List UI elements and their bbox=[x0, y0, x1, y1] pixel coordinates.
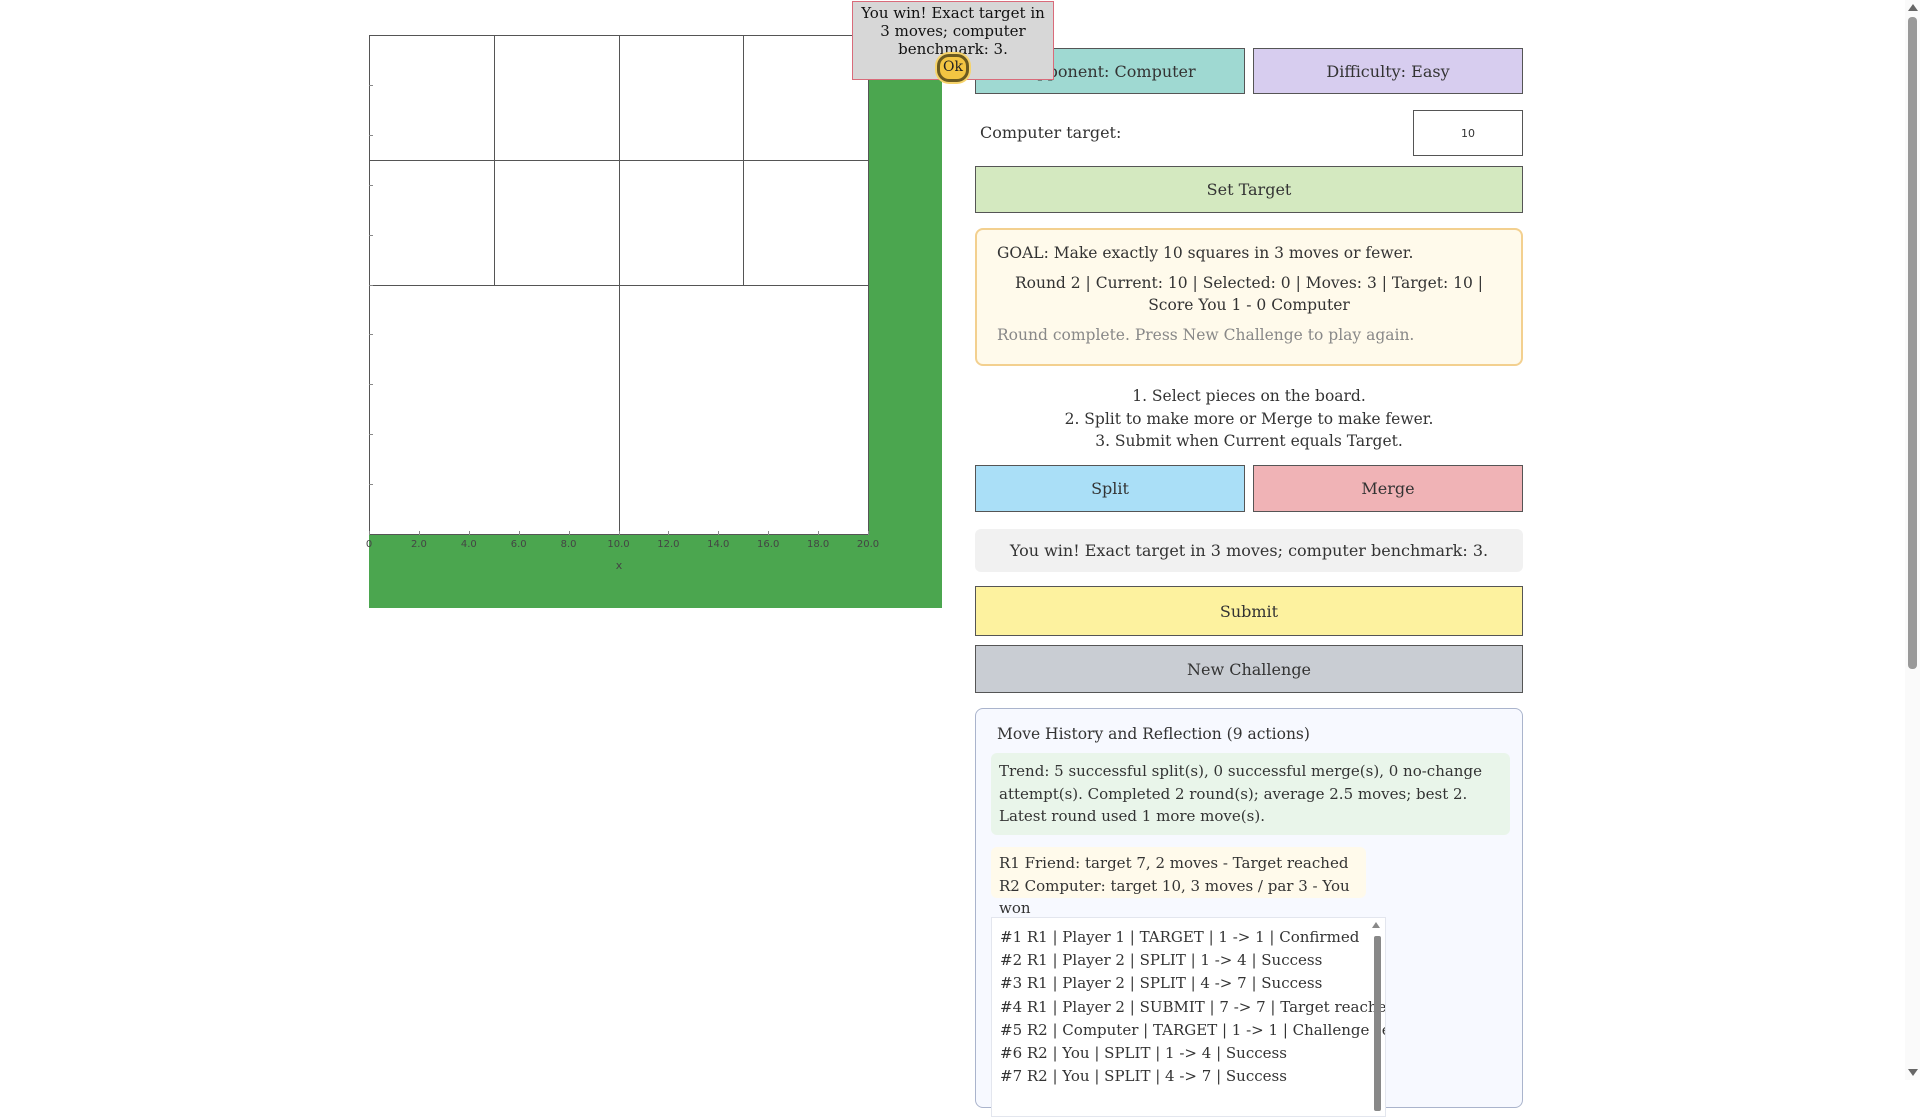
scroll-up-arrow-icon[interactable] bbox=[1908, 4, 1918, 11]
log-entry: #6 R2 | You | SPLIT | 1 -> 4 | Success bbox=[1000, 1044, 1287, 1063]
y-axis-tick bbox=[369, 134, 373, 136]
instructions: 1. Select pieces on the board. 2. Split … bbox=[975, 385, 1523, 453]
board-piece[interactable] bbox=[493, 159, 620, 286]
y-axis-tick bbox=[369, 84, 373, 86]
round-summary-item: R1 Friend: target 7, 2 moves - Target re… bbox=[999, 854, 1349, 872]
x-axis-tick bbox=[818, 531, 820, 535]
submit-button[interactable]: Submit bbox=[975, 586, 1523, 636]
x-tick-label: 16.0 bbox=[757, 539, 780, 550]
x-tick-label: 0 bbox=[365, 539, 373, 550]
goal-text: GOAL: Make exactly 10 squares in 3 moves… bbox=[997, 244, 1414, 262]
target-label: Computer target: bbox=[980, 123, 1122, 142]
x-axis-label: x bbox=[615, 559, 623, 572]
y-axis-tick bbox=[369, 384, 373, 386]
x-tick-label: 2.0 bbox=[410, 539, 427, 550]
log-entry: #2 R1 | Player 2 | SPLIT | 1 -> 4 | Succ… bbox=[1000, 951, 1323, 970]
history-panel: Move History and Reflection (9 actions) … bbox=[975, 708, 1523, 1117]
trend-summary: Trend: 5 successful split(s), 0 successf… bbox=[991, 753, 1510, 835]
move-log-list: #1 R1 | Player 1 | TARGET | 1 -> 1 | Con… bbox=[992, 918, 1385, 1088]
log-scroll-thumb[interactable] bbox=[1374, 936, 1381, 1111]
y-axis-tick bbox=[369, 434, 373, 436]
x-tick-label: 12.0 bbox=[657, 539, 680, 550]
y-axis-tick bbox=[369, 284, 373, 286]
instruction-step: 3. Submit when Current equals Target. bbox=[1095, 432, 1403, 450]
goal-box: GOAL: Make exactly 10 squares in 3 moves… bbox=[975, 228, 1523, 366]
instruction-step: 2. Split to make more or Merge to make f… bbox=[1064, 409, 1434, 428]
board-piece[interactable] bbox=[618, 159, 745, 286]
x-tick-label: 8.0 bbox=[560, 539, 577, 550]
status-text: Round 2 | Current: 10 | Selected: 0 | Mo… bbox=[1014, 274, 1484, 314]
x-axis-tick bbox=[768, 531, 770, 535]
x-axis-tick bbox=[718, 531, 720, 535]
board-area: x 0 2.0 4.0 6.0 8.0 10.0 12.0 14.0 16.0 18.0 20.0 bbox=[366, 35, 942, 608]
board-grid bbox=[369, 35, 869, 535]
popup-ok-button[interactable]: Ok bbox=[937, 54, 969, 82]
x-tick-label: 6.0 bbox=[510, 539, 527, 550]
scroll-down-arrow-icon[interactable] bbox=[1908, 1069, 1918, 1076]
board-piece[interactable] bbox=[369, 284, 620, 535]
rounds-summary: R1 Friend: target 7, 2 moves - Target re… bbox=[991, 847, 1366, 917]
page-scroll-thumb[interactable] bbox=[1908, 17, 1917, 669]
board-piece[interactable] bbox=[743, 35, 869, 161]
x-axis-tick bbox=[418, 531, 420, 535]
board-piece[interactable] bbox=[369, 35, 495, 161]
log-entry: #1 R1 | Player 1 | TARGET | 1 -> 1 | Con… bbox=[1000, 928, 1360, 946]
set-target-button[interactable]: Set Target bbox=[975, 166, 1523, 213]
board-piece[interactable] bbox=[743, 159, 869, 286]
x-axis-tick bbox=[369, 531, 370, 535]
x-axis-tick bbox=[518, 531, 520, 535]
log-entry: #4 R1 | Player 2 | SUBMIT | 7 -> 7 | Tar… bbox=[1000, 997, 1386, 1016]
y-axis-tick bbox=[369, 484, 373, 486]
merge-button[interactable]: Merge bbox=[1253, 465, 1523, 512]
round-summary-item: R2 Computer: target 10, 3 moves / par 3 … bbox=[999, 876, 1350, 918]
round-note: Round complete. Press New Challenge to p… bbox=[997, 326, 1415, 344]
difficulty-button[interactable]: Difficulty: Easy bbox=[1253, 48, 1523, 94]
y-axis-tick bbox=[369, 184, 373, 186]
x-tick-label: 4.0 bbox=[460, 539, 477, 550]
board-piece[interactable] bbox=[618, 35, 745, 161]
x-tick-label: 10.0 bbox=[607, 539, 630, 550]
log-entry: #3 R1 | Player 2 | SPLIT | 4 -> 7 | Succ… bbox=[1000, 974, 1323, 993]
result-message: You win! Exact target in 3 moves; comput… bbox=[975, 529, 1523, 572]
y-axis-tick bbox=[369, 234, 373, 236]
x-axis-tick bbox=[868, 531, 869, 535]
log-scrollbar[interactable] bbox=[1372, 922, 1383, 1112]
x-tick-label: 14.0 bbox=[707, 539, 730, 550]
log-entry: #7 R2 | You | SPLIT | 4 -> 7 | Success bbox=[1000, 1067, 1287, 1086]
log-entry: #5 R2 | Computer | TARGET | 1 -> 1 | Cha… bbox=[1000, 1020, 1386, 1039]
board-piece[interactable] bbox=[618, 284, 869, 535]
x-axis-tick bbox=[618, 531, 620, 535]
split-button[interactable]: Split bbox=[975, 465, 1245, 512]
board-piece[interactable] bbox=[493, 35, 620, 161]
x-axis-tick bbox=[668, 531, 670, 535]
board-piece[interactable] bbox=[369, 159, 495, 286]
x-tick-label: 18.0 bbox=[806, 539, 830, 550]
target-input[interactable]: 10 bbox=[1413, 110, 1523, 156]
popup-message: You win! Exact target in 3 moves; comput… bbox=[861, 4, 1045, 58]
x-axis-tick bbox=[468, 531, 470, 535]
x-tick-label: 20.0 bbox=[856, 539, 880, 550]
page-scrollbar[interactable] bbox=[1905, 0, 1920, 1080]
history-title: Move History and Reflection (9 actions) bbox=[997, 725, 1310, 743]
scroll-up-arrow-icon[interactable] bbox=[1372, 922, 1380, 928]
move-log[interactable]: #1 R1 | Player 1 | TARGET | 1 -> 1 | Con… bbox=[991, 917, 1386, 1117]
instruction-step: 1. Select pieces on the board. bbox=[1132, 387, 1366, 405]
x-axis-tick bbox=[568, 531, 570, 535]
new-challenge-button[interactable]: New Challenge bbox=[975, 645, 1523, 693]
y-axis-tick bbox=[369, 334, 373, 336]
